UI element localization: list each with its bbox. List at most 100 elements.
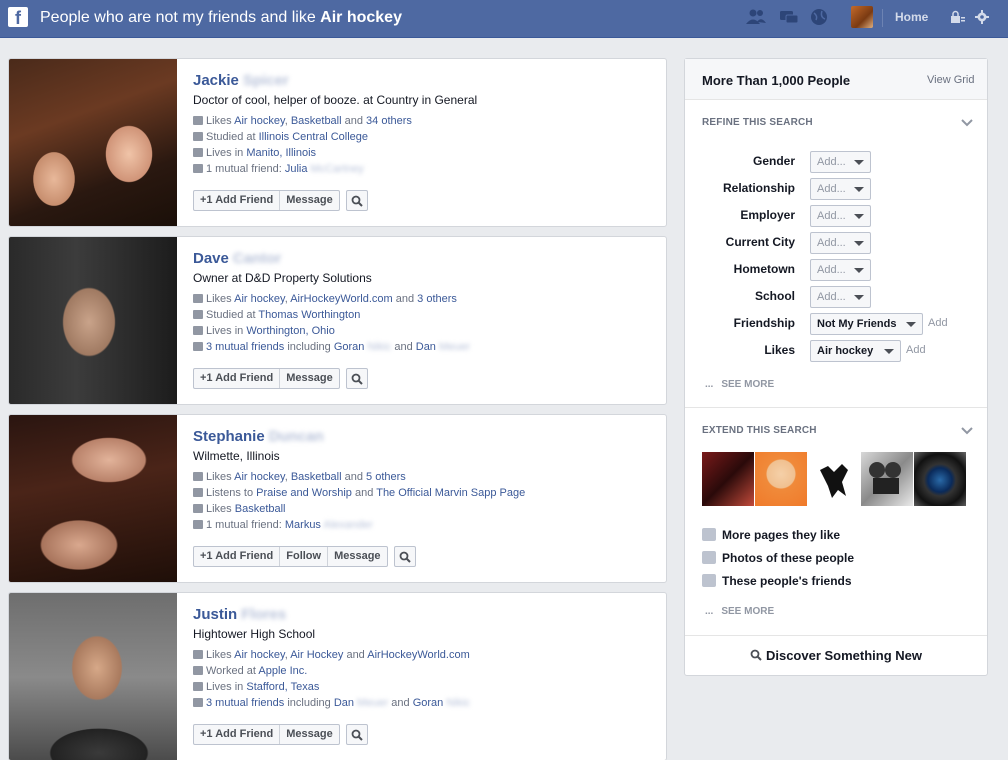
fact-link[interactable]: Markus [285, 519, 321, 531]
person-name[interactable]: Justin Flores [193, 605, 658, 624]
see-more-link[interactable]: ... SEE MORE [705, 379, 774, 390]
like-icon [193, 650, 203, 659]
extend-title: EXTEND THIS SEARCH [702, 425, 817, 436]
profile-photo[interactable] [9, 59, 177, 226]
fact-link[interactable]: Thomas Worthington [258, 309, 360, 321]
messages-icon[interactable] [778, 7, 800, 27]
search-icon [351, 195, 363, 207]
fact-link[interactable]: 3 mutual friends [206, 697, 284, 709]
fact-link[interactable]: 3 others [417, 293, 457, 305]
chevron-down-icon[interactable] [961, 119, 973, 127]
search-button[interactable] [393, 546, 416, 567]
fact-link[interactable]: Dan [416, 341, 436, 353]
add-friend-button[interactable]: +1 Add Friend [194, 547, 281, 566]
person-info: Stephanie Duncan Wilmette, Illinois Likes… [193, 427, 658, 533]
photos-link[interactable]: Photos of these people [702, 551, 854, 565]
home-link[interactable]: Home [895, 10, 928, 24]
filter-dropdown[interactable]: Not My Friends [810, 313, 923, 335]
fact-link[interactable]: Air hockey [234, 293, 285, 305]
fact-link[interactable]: Manito, Illinois [246, 147, 316, 159]
page-thumbnail[interactable] [808, 452, 860, 506]
friends-icon [193, 520, 203, 529]
fact-link[interactable]: Julia [285, 163, 308, 175]
blurred-name: Meuer [354, 697, 389, 709]
fact-link[interactable]: AirHockeyWorld.com [367, 649, 470, 661]
filter-dropdown[interactable]: Air hockey [810, 340, 901, 362]
gear-icon[interactable] [975, 10, 989, 24]
more-pages-link[interactable]: More pages they like [702, 528, 840, 542]
fact-link[interactable]: Basketball [291, 471, 342, 483]
filter-dropdown[interactable]: Add... [810, 232, 871, 254]
filter-dropdown[interactable]: Add... [810, 151, 871, 173]
fact-link[interactable]: Air hockey [234, 115, 285, 127]
avatar[interactable] [851, 6, 873, 28]
see-more-link[interactable]: ... SEE MORE [705, 606, 774, 617]
fact-link[interactable]: Goran [334, 341, 365, 353]
filter-label: School [754, 289, 795, 303]
friends-icon [702, 574, 716, 587]
add-friend-button[interactable]: +1 Add Friend [194, 191, 281, 210]
fact-link[interactable]: Air hockey [234, 471, 285, 483]
page-thumbnail[interactable] [755, 452, 807, 506]
person-name[interactable]: Stephanie Duncan [193, 427, 658, 446]
page-thumbnail[interactable] [914, 452, 966, 506]
add-filter-link[interactable]: Add [906, 344, 926, 356]
fact-link[interactable]: Praise and Worship [256, 487, 352, 499]
fact-link[interactable]: Basketball [291, 115, 342, 127]
profile-photo[interactable] [9, 415, 177, 582]
search-button[interactable] [345, 724, 368, 745]
fact-link[interactable]: 34 others [366, 115, 412, 127]
fact-line: 3 mutual friends including Dan Meuer and… [193, 695, 658, 711]
message-button[interactable]: Message [328, 547, 386, 566]
notifications-globe-icon[interactable] [808, 7, 830, 27]
friend-requests-icon[interactable] [745, 7, 767, 27]
privacy-lock-icon[interactable] [950, 10, 966, 24]
facebook-logo-icon[interactable]: f [8, 7, 28, 27]
fact-link[interactable]: 3 mutual friends [206, 341, 284, 353]
follow-button[interactable]: Follow [280, 547, 329, 566]
add-filter-link[interactable]: Add [928, 317, 948, 329]
fact-link[interactable]: AirHockeyWorld.com [290, 293, 393, 305]
button-group: +1 Add Friend Message [193, 190, 340, 211]
fact-link[interactable]: 5 others [366, 471, 406, 483]
message-button[interactable]: Message [280, 725, 338, 744]
discover-button[interactable]: Discover Something New [685, 635, 987, 676]
fact-text: Likes [206, 471, 235, 483]
dropdown-arrow-icon [854, 160, 864, 165]
chevron-down-icon[interactable] [961, 427, 973, 435]
fact-line: Likes Basketball [193, 501, 658, 517]
fact-link[interactable]: Air hockey [234, 649, 285, 661]
search-button[interactable] [345, 368, 368, 389]
fact-link[interactable]: Air Hockey [290, 649, 343, 661]
filter-dropdown[interactable]: Add... [810, 205, 871, 227]
blurred-name: Nikic [364, 341, 392, 353]
message-button[interactable]: Message [280, 369, 338, 388]
add-friend-button[interactable]: +1 Add Friend [194, 369, 281, 388]
search-button[interactable] [345, 190, 368, 211]
fact-link[interactable]: Goran [413, 697, 444, 709]
friends-link[interactable]: These people's friends [702, 574, 852, 588]
result-card: Justin Flores Hightower High School Likes… [8, 592, 667, 760]
filter-dropdown[interactable]: Add... [810, 286, 871, 308]
fact-link[interactable]: Basketball [235, 503, 286, 515]
profile-photo[interactable] [9, 237, 177, 404]
page-thumbnail[interactable] [702, 452, 754, 506]
message-button[interactable]: Message [280, 191, 338, 210]
fact-link[interactable]: Illinois Central College [259, 131, 368, 143]
filter-dropdown[interactable]: Add... [810, 178, 871, 200]
person-name[interactable]: Dave Cantor [193, 249, 658, 268]
page-thumbnail[interactable] [861, 452, 913, 506]
dropdown-arrow-icon [854, 268, 864, 273]
search-icon [351, 729, 363, 741]
add-friend-button[interactable]: +1 Add Friend [194, 725, 281, 744]
view-grid-link[interactable]: View Grid [927, 74, 974, 86]
fact-link[interactable]: Stafford, Texas [246, 681, 319, 693]
fact-link[interactable]: The Official Marvin Sapp Page [376, 487, 525, 499]
fact-link[interactable]: Worthington, Ohio [246, 325, 334, 337]
fact-link[interactable]: Apple Inc. [258, 665, 307, 677]
person-facts: Likes Air hockey, AirHockeyWorld.com and… [193, 291, 658, 355]
profile-photo[interactable] [9, 593, 177, 760]
filter-dropdown[interactable]: Add... [810, 259, 871, 281]
person-name[interactable]: Jackie Spicer [193, 71, 658, 90]
fact-link[interactable]: Dan [334, 697, 354, 709]
